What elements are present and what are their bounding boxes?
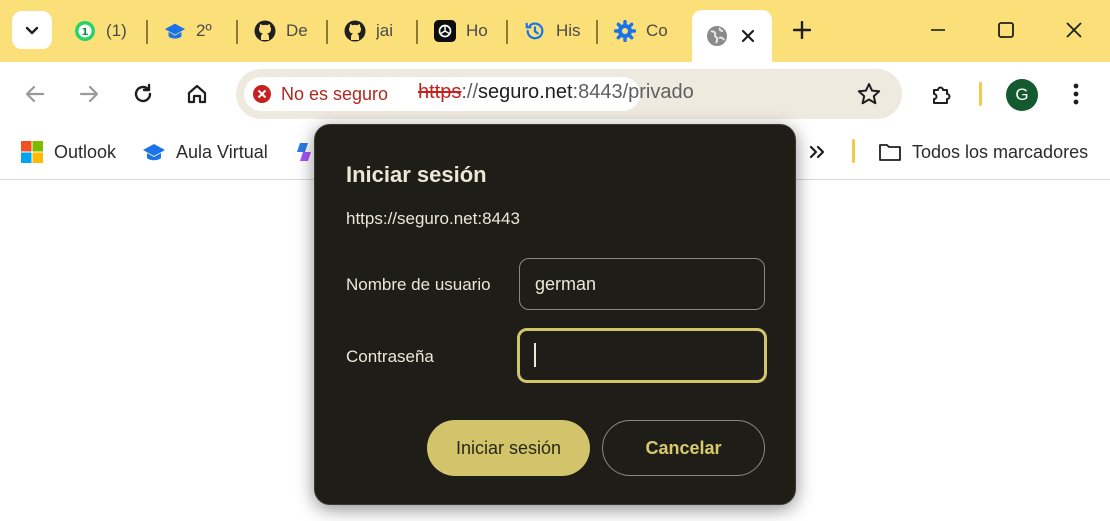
- tab-separator: [416, 20, 418, 44]
- tab-separator: [326, 20, 328, 44]
- outlook-icon: [20, 140, 44, 164]
- bookmark-star-button[interactable]: [856, 81, 882, 107]
- minimize-button[interactable]: [918, 10, 958, 50]
- window-close-button[interactable]: [1054, 10, 1094, 50]
- tab-history[interactable]: His: [510, 10, 596, 52]
- username-label: Nombre de usuario: [346, 275, 491, 294]
- cancel-button[interactable]: Cancelar: [602, 420, 765, 476]
- reload-button[interactable]: [125, 76, 161, 112]
- avatar[interactable]: G: [1006, 79, 1038, 111]
- sign-in-button[interactable]: Iniciar sesión: [427, 420, 590, 476]
- bookmark-aula-virtual[interactable]: Aula Virtual: [142, 139, 268, 165]
- close-icon: [1066, 22, 1082, 38]
- more-vert-icon: [1073, 83, 1079, 105]
- gear-icon: [614, 20, 636, 42]
- tab-search-button[interactable]: [12, 11, 52, 49]
- github-icon: [344, 20, 366, 42]
- tab-separator: [596, 20, 598, 44]
- tab-active[interactable]: [692, 10, 772, 62]
- tab-separator: [236, 20, 238, 44]
- tab-title: Ho: [466, 21, 488, 40]
- home-icon: [187, 84, 207, 104]
- maximize-button[interactable]: [986, 10, 1026, 50]
- tab-github-1[interactable]: De: [240, 10, 326, 52]
- new-tab-button[interactable]: [782, 10, 822, 50]
- chatgpt-icon: [434, 20, 456, 42]
- copilot-icon: [292, 140, 316, 164]
- tab-title: His: [556, 21, 581, 40]
- graduation-cap-icon: [164, 20, 186, 42]
- password-field[interactable]: [517, 328, 767, 383]
- chevron-double-right-icon: [809, 145, 825, 159]
- username-value: german: [535, 274, 597, 294]
- puzzle-icon: [933, 86, 951, 104]
- security-chip-label: No es seguro: [281, 83, 389, 104]
- menu-button[interactable]: [1058, 76, 1094, 112]
- github-icon: [254, 20, 276, 42]
- reload-icon: [134, 83, 152, 103]
- tab-title: 2º: [196, 21, 212, 40]
- minimize-icon: [931, 29, 945, 31]
- globe-icon: [706, 25, 728, 47]
- tab-github-2[interactable]: jai: [330, 10, 416, 52]
- all-bookmarks-button[interactable]: Todos los marcadores: [878, 139, 1088, 165]
- tab-separator: [506, 20, 508, 44]
- text-caret: [534, 343, 536, 367]
- tab-title: (1): [106, 21, 127, 40]
- url-protocol: https: [418, 81, 462, 103]
- bookmark-label: Aula Virtual: [176, 141, 268, 162]
- arrow-right-icon: [79, 85, 99, 103]
- whatsapp-icon: 1: [74, 20, 96, 42]
- tab-title: De: [286, 21, 308, 40]
- maximize-icon: [998, 22, 1014, 38]
- tab-title: Co: [646, 21, 668, 40]
- history-icon: [524, 20, 546, 42]
- tab-settings[interactable]: Co: [600, 10, 686, 52]
- browser-toolbar: No es seguro https://seguro.net:8443/pri…: [0, 62, 1110, 127]
- dialog-title: Iniciar sesión: [346, 162, 487, 187]
- chevron-down-icon: [25, 26, 39, 35]
- bookmarks-divider: [852, 139, 855, 163]
- password-label: Contraseña: [346, 347, 434, 366]
- tab-aula[interactable]: 2º: [150, 10, 236, 52]
- sign-in-dialog: Iniciar sesión https://seguro.net:8443 N…: [314, 124, 796, 505]
- bookmarks-overflow-button[interactable]: [808, 139, 826, 165]
- tab-whatsapp[interactable]: 1 (1): [60, 10, 146, 52]
- username-field[interactable]: german: [519, 258, 765, 310]
- svg-text:1: 1: [82, 27, 89, 38]
- url-separator: ://: [461, 81, 479, 103]
- url-text[interactable]: https://seguro.net:8443/privado: [418, 81, 694, 104]
- url-rest: :8443/privado: [572, 81, 694, 103]
- tab-title: jai: [376, 21, 394, 40]
- close-icon[interactable]: [738, 26, 758, 46]
- toolbar-divider: [979, 82, 982, 106]
- folder-icon: [878, 140, 902, 164]
- arrow-left-icon: [25, 85, 45, 103]
- extensions-button[interactable]: [924, 76, 960, 112]
- back-button[interactable]: [17, 76, 53, 112]
- address-bar[interactable]: No es seguro https://seguro.net:8443/pri…: [236, 69, 902, 119]
- plus-icon: [793, 21, 811, 39]
- all-bookmarks-label: Todos los marcadores: [912, 141, 1089, 162]
- tab-chatgpt[interactable]: Ho: [420, 10, 506, 52]
- graduation-cap-icon: [142, 140, 166, 164]
- tab-separator: [146, 20, 148, 44]
- bookmark-outlook[interactable]: Outlook: [20, 139, 116, 165]
- error-icon: [253, 85, 271, 103]
- tab-strip: 1 (1) 2º De jai Ho His Co: [0, 0, 1110, 62]
- bookmark-label: Outlook: [54, 141, 117, 162]
- home-button[interactable]: [179, 76, 215, 112]
- dialog-origin: https://seguro.net:8443: [346, 209, 520, 228]
- url-host: seguro.net: [478, 81, 573, 103]
- forward-button[interactable]: [71, 76, 107, 112]
- star-icon: [857, 83, 881, 105]
